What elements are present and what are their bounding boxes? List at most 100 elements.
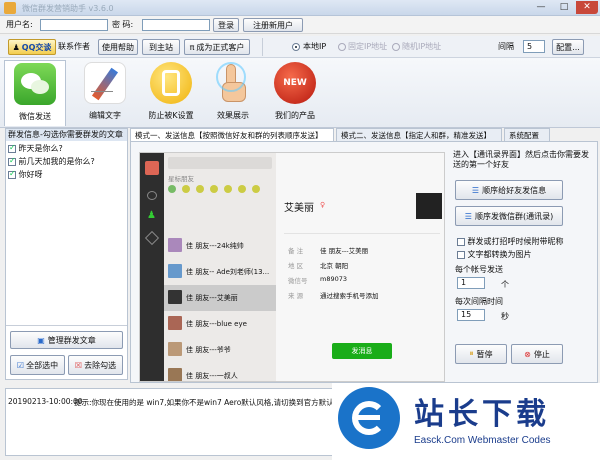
hand-icon xyxy=(212,62,254,104)
become-customer-label: 成为正式客户 xyxy=(196,42,245,52)
minimize-button[interactable]: — xyxy=(530,1,552,14)
interval-label: 间隔 xyxy=(498,42,514,51)
contact-avatar xyxy=(168,342,182,356)
feature-label: 编辑文字 xyxy=(89,111,121,120)
tab-system-config[interactable]: 系统配置 xyxy=(504,128,550,142)
contact-name: 佳 朋友---一叔人 xyxy=(186,372,238,380)
send-groups-label: 顺序发微信群(通讯录) xyxy=(474,211,554,221)
wechat-list-item: 佳 朋友---24k纯帅 xyxy=(164,233,276,259)
deselect-label: 去除勾选 xyxy=(84,360,117,370)
goto-site-button[interactable]: 到主站 xyxy=(142,39,180,55)
help-button[interactable]: 使用帮助 xyxy=(98,39,138,55)
interval-time-spinner[interactable]: 15 xyxy=(457,309,485,321)
qq-chat-button[interactable]: ♟ QQ交谈 xyxy=(8,39,56,55)
stop-button[interactable]: ⊗ 停止 xyxy=(511,344,563,364)
username-input[interactable] xyxy=(40,19,108,31)
send-groups-button[interactable]: ☰ 顺序发微信群(通讯录) xyxy=(455,206,563,226)
tab-content: ♟ 星标朋友 佳 朋友---24k纯帅 佳 朋友-- Ade刘老师(13... … xyxy=(130,141,598,383)
count-unit: 个 xyxy=(501,280,509,289)
feature-our-products[interactable]: NEW 我们的产品 xyxy=(264,60,326,126)
contacts-icon: ♟ xyxy=(147,210,156,221)
field-value: 佳 朋友---艾美丽 xyxy=(320,247,369,255)
interval-time-unit: 秒 xyxy=(501,312,509,321)
article-label: 前几天加我的是你么? xyxy=(18,157,95,166)
feature-bar: 微信发送 编辑文字 防止被K设置 效果展示 NEW 我们的产品 xyxy=(0,58,600,128)
select-all-button[interactable]: ☑ 全部选中 xyxy=(10,355,65,375)
pause-button[interactable]: ⏸ 暂停 xyxy=(455,344,507,364)
contact-name: 佳 朋友---爷爷 xyxy=(186,346,231,354)
toolbar: ♟ QQ交谈 联系作者 使用帮助 到主站 π 成为正式客户 本地IP 固定IP地址 … xyxy=(0,36,600,58)
feature-edit-text[interactable]: 编辑文字 xyxy=(74,60,136,126)
edit-icon xyxy=(84,62,126,104)
login-button[interactable]: 登录 xyxy=(213,18,239,32)
article-panel-header: 群发信息-勾选你需要群发的文章 xyxy=(6,129,127,141)
text-to-image-checkbox[interactable] xyxy=(457,250,465,259)
contact-name: 佳 朋友-- Ade刘老师(13... xyxy=(186,268,270,276)
article-checkbox[interactable] xyxy=(8,169,16,179)
article-item[interactable]: 前几天加我的是你么? xyxy=(8,156,95,167)
local-ip-radio[interactable] xyxy=(292,43,300,51)
detail-divider xyxy=(284,233,440,234)
log-message: 提示:你现在使用的是 win7,如果你不是win7 Aero默认风格,请切换到官… xyxy=(74,398,334,407)
field-value: 通过搜索手机号添加 xyxy=(320,292,379,300)
article-panel: 群发信息-勾选你需要群发的文章 昨天是你么? 前几天加我的是你么? 你好呀 ▣管… xyxy=(5,128,128,380)
count-spinner[interactable]: 1 xyxy=(457,277,485,289)
tab-mode-one[interactable]: 模式一、发送信息【按照微信好友和群的列表顺序发送】 xyxy=(130,128,334,142)
wechat-contact-detail: 艾美丽 ♀ 备 注 佳 朋友---艾美丽 地 区 北京 朝阳 微信号 m8907… xyxy=(276,153,444,381)
article-item[interactable]: 昨天是你么? xyxy=(8,143,63,154)
star-friends-label: 星标朋友 xyxy=(168,175,194,183)
config-button[interactable]: 配置... xyxy=(552,39,584,55)
maximize-button[interactable]: □ xyxy=(553,1,575,14)
feature-wechat-send[interactable]: 微信发送 xyxy=(4,60,66,126)
watermark-title: 站长下载 xyxy=(414,397,550,432)
random-ip-label: 随机IP地址 xyxy=(402,42,442,51)
nickname-checkbox[interactable] xyxy=(457,237,465,246)
contact-name: 佳 朋友---24k纯帅 xyxy=(186,242,244,250)
feature-label: 防止被K设置 xyxy=(148,111,194,120)
article-checkbox[interactable] xyxy=(8,156,16,166)
become-customer-button[interactable]: π 成为正式客户 xyxy=(184,39,250,55)
manage-articles-button[interactable]: ▣ 管理群发文章 xyxy=(10,331,123,349)
send-icon: ☰ xyxy=(464,211,472,221)
send-friends-button[interactable]: ☰ 顺序给好友发信息 xyxy=(455,180,563,200)
contact-author-link[interactable]: 联系作者 xyxy=(58,41,90,53)
contact-avatar xyxy=(168,316,182,330)
new-badge-icon: NEW xyxy=(274,62,316,104)
article-item[interactable]: 你好呀 xyxy=(8,169,43,180)
deselect-button[interactable]: ☒ 去除勾选 xyxy=(68,355,123,375)
favorites-icon xyxy=(144,230,160,246)
field-key: 地 区 xyxy=(288,262,304,270)
option-nickname[interactable]: 群发或打招呼时候附带昵称 xyxy=(457,236,564,247)
article-checkbox[interactable] xyxy=(8,143,16,153)
contact-photo xyxy=(416,193,442,219)
watermark: 站长下载 Easck.Com Webmaster Codes xyxy=(332,383,600,460)
random-ip-radio[interactable] xyxy=(392,43,400,51)
field-value: 北京 朝阳 xyxy=(320,262,349,270)
gender-icon: ♀ xyxy=(320,201,326,209)
nickname-label: 群发或打招呼时候附带昵称 xyxy=(467,237,564,246)
contact-avatar xyxy=(168,238,182,252)
deselect-icon: ☒ xyxy=(74,360,83,370)
close-button[interactable]: ✕ xyxy=(576,1,598,14)
app-icon xyxy=(4,2,16,14)
option-text-to-image[interactable]: 文字都转换为图片 xyxy=(457,249,532,260)
interval-spinner[interactable]: 5 xyxy=(523,40,545,53)
tab-mode-two[interactable]: 模式二、发送信息【指定人和群，精准发送】 xyxy=(336,128,502,142)
feature-showcase[interactable]: 效果展示 xyxy=(202,60,264,126)
fixed-ip-label: 固定IP地址 xyxy=(348,42,388,51)
register-button[interactable]: 注册新用户 xyxy=(243,18,303,32)
feature-anti-ban[interactable]: 防止被K设置 xyxy=(140,60,202,126)
fixed-ip-radio[interactable] xyxy=(338,43,346,51)
send-friends-label: 顺序给好友发信息 xyxy=(482,185,547,195)
feature-label: 我们的产品 xyxy=(275,111,315,120)
send-icon: ☰ xyxy=(471,185,480,195)
stop-icon: ⊗ xyxy=(524,349,531,359)
feature-label: 微信发送 xyxy=(19,112,51,121)
wechat-list-item: 佳 朋友---一叔人 xyxy=(164,363,276,381)
password-input[interactable] xyxy=(142,19,210,31)
chat-icon xyxy=(147,191,157,200)
contact-avatar xyxy=(168,368,182,381)
interval-time-label: 每次间隔时间 xyxy=(455,297,503,306)
contact-avatar xyxy=(168,264,182,278)
local-ip-label: 本地IP xyxy=(303,42,327,51)
